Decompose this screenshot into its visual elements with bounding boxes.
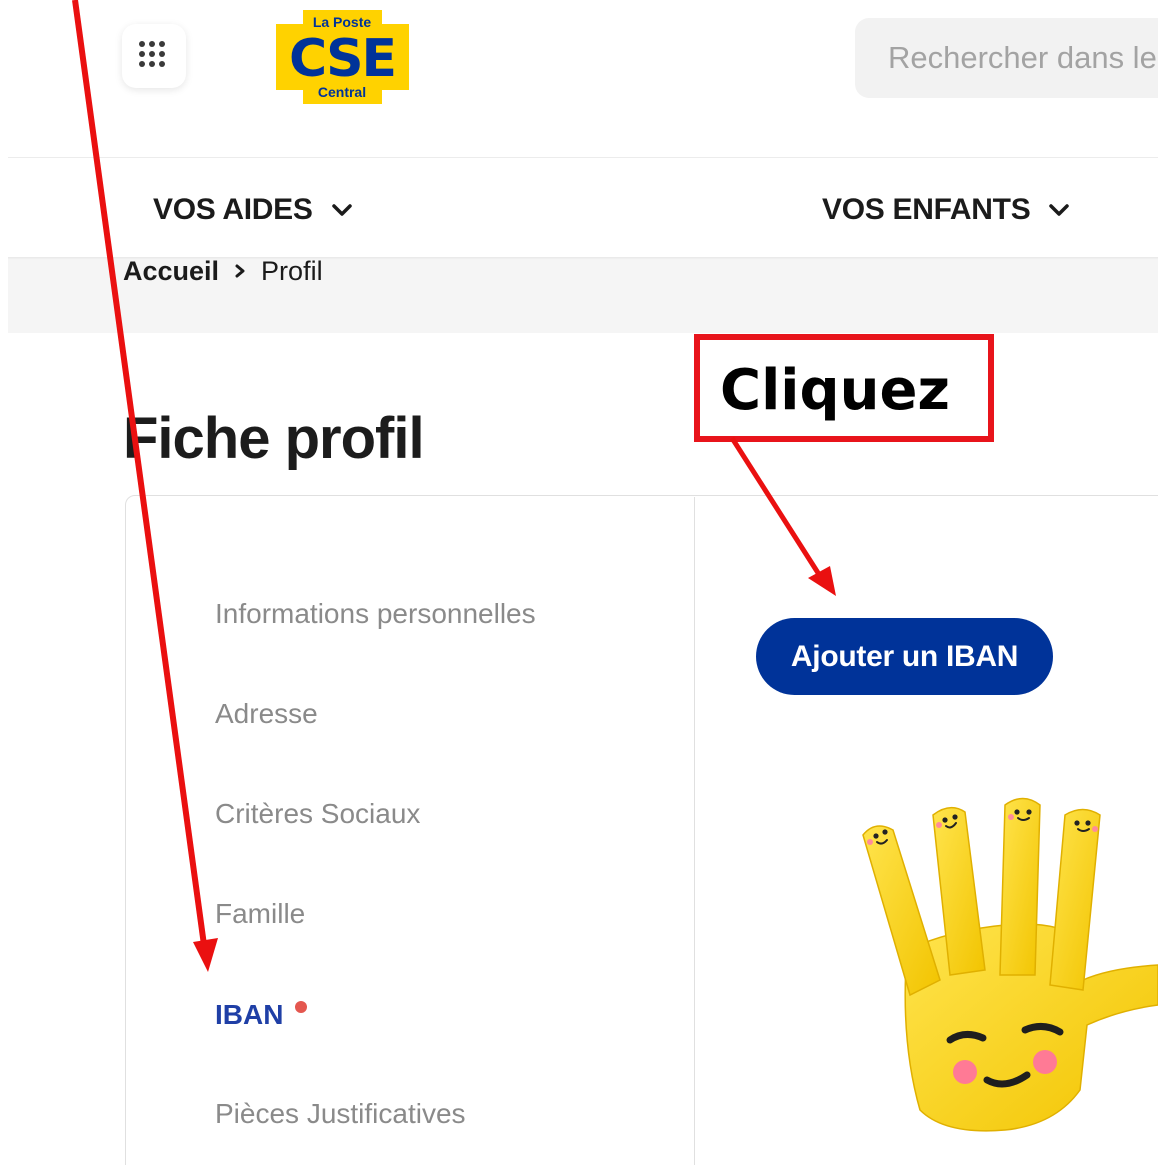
- page-title: Fiche profil: [123, 406, 425, 471]
- search-placeholder: Rechercher dans le: [888, 40, 1157, 75]
- menu-item-informations[interactable]: Informations personnelles: [215, 598, 536, 630]
- menu-item-iban[interactable]: IBAN: [215, 999, 283, 1031]
- menu-item-pieces-justificatives[interactable]: Pièces Justificatives: [215, 1098, 466, 1130]
- nav-vos-aides-label: VOS AIDES: [153, 193, 313, 226]
- chevron-down-icon: [1049, 204, 1070, 216]
- grid-dots-icon: [139, 41, 165, 67]
- breadcrumb-current: Profil: [261, 255, 323, 286]
- chevron-right-icon: [235, 264, 245, 278]
- logo-top-text: La Poste: [313, 14, 372, 30]
- menu-item-adresse[interactable]: Adresse: [215, 698, 318, 730]
- search-input[interactable]: Rechercher dans le: [855, 18, 1158, 98]
- menu-item-famille[interactable]: Famille: [215, 898, 305, 930]
- menu-item-criteres-sociaux[interactable]: Critères Sociaux: [215, 798, 420, 830]
- chevron-down-icon: [331, 204, 352, 216]
- card-divider: [694, 497, 695, 1165]
- logo-bottom-text: Central: [318, 84, 366, 100]
- iban-notification-dot: [295, 1001, 307, 1013]
- breadcrumb: Accueil Profil: [123, 253, 323, 289]
- header-divider: [8, 157, 1158, 158]
- annotation-callout-text: Cliquez: [720, 358, 951, 423]
- smiling-hand-illustration: [855, 790, 1158, 1135]
- add-iban-button[interactable]: Ajouter un IBAN: [756, 618, 1053, 695]
- nav-vos-enfants[interactable]: VOS ENFANTS: [822, 190, 1070, 230]
- nav-vos-aides[interactable]: VOS AIDES: [153, 190, 353, 230]
- breadcrumb-home-link[interactable]: Accueil: [123, 256, 219, 287]
- cse-logo[interactable]: La Poste CSE Central: [270, 8, 415, 106]
- apps-menu-button[interactable]: [122, 24, 186, 88]
- nav-vos-enfants-label: VOS ENFANTS: [822, 193, 1031, 226]
- annotation-callout: Cliquez: [694, 334, 994, 442]
- logo-main-text: CSE: [289, 29, 395, 89]
